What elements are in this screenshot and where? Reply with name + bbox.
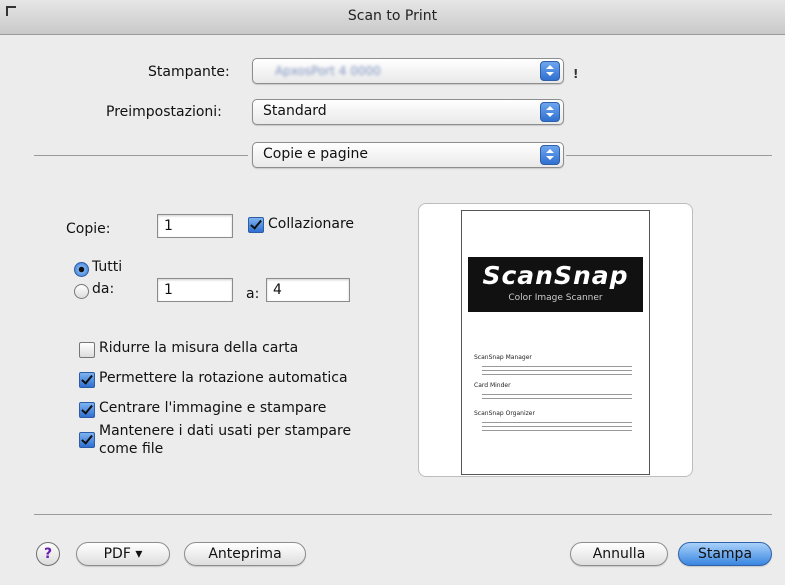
preview-rule [482,422,632,423]
popup-arrows-icon [540,102,560,122]
window-title: Scan to Print [347,8,438,24]
preview-rule [482,426,632,427]
divider [566,155,772,156]
pages-to-field[interactable]: 4 [266,278,350,302]
preview-page: ScanSnap Color Image Scanner ScanSnap Ma… [461,210,650,475]
divider [34,155,248,156]
pages-from-label: da: [92,281,115,297]
center-image-label: Centrare l'immagine e stampare [99,400,327,416]
cancel-button[interactable]: Annulla [570,542,668,566]
copies-label: Copie: [66,221,111,237]
preview-button[interactable]: Anteprima [184,542,306,566]
section-popup[interactable]: Copie e pagine [252,142,564,168]
print-preview: ScanSnap Color Image Scanner ScanSnap Ma… [418,203,693,477]
divider [34,514,772,515]
preview-rule [482,366,632,367]
preview-rule [482,398,632,399]
title-bar: Scan to Print [0,0,785,35]
preview-section: Card Minder [474,382,511,389]
collate-checkbox[interactable] [248,217,264,233]
printer-value: ApxosPort 4 0000 [275,64,381,78]
pages-to-label: a: [246,286,260,302]
presets-label: Preimpostazioni: [106,104,222,120]
preview-rule [482,430,632,431]
preview-rule [482,394,632,395]
pages-range-radio[interactable] [74,284,89,299]
popup-arrows-icon [540,61,560,81]
print-button[interactable]: Stampa [678,542,772,566]
preview-section: ScanSnap Manager [474,354,532,361]
keep-data-checkbox[interactable] [79,432,95,448]
preview-rule [482,374,632,375]
preview-tagline: Color Image Scanner [508,293,603,303]
help-button[interactable]: ? [36,542,60,566]
pages-from-field[interactable]: 1 [157,278,233,302]
preview-section: ScanSnap Organizer [474,410,535,417]
pdf-menu-button[interactable]: PDF ▾ [76,542,170,566]
keep-data-label: Mantenere i dati usati per stampare [99,423,352,439]
center-image-checkbox[interactable] [79,402,95,418]
auto-rotate-checkbox[interactable] [79,372,95,388]
preview-banner: ScanSnap Color Image Scanner [468,257,643,312]
presets-value: Standard [263,103,327,119]
printer-popup[interactable]: ApxosPort 4 0000 [252,58,564,84]
collate-label: Collazionare [268,216,355,232]
reduce-paper-label: Ridurre la misura della carta [99,340,299,356]
keep-data-label-line2: come file [99,441,164,457]
reduce-paper-checkbox[interactable] [79,342,95,358]
preview-rule [482,370,632,371]
copies-field[interactable]: 1 [157,214,233,238]
pages-all-radio[interactable] [74,262,89,277]
scansnap-logo: ScanSnap [482,261,629,290]
printer-label: Stampante: [148,64,230,80]
presets-popup[interactable]: Standard [252,99,564,125]
exclamation-icon: ! [573,67,579,81]
auto-rotate-label: Permettere la rotazione automatica [99,370,348,386]
section-value: Copie e pagine [263,146,368,162]
popup-arrows-icon [540,145,560,165]
pages-all-label: Tutti [92,259,123,275]
